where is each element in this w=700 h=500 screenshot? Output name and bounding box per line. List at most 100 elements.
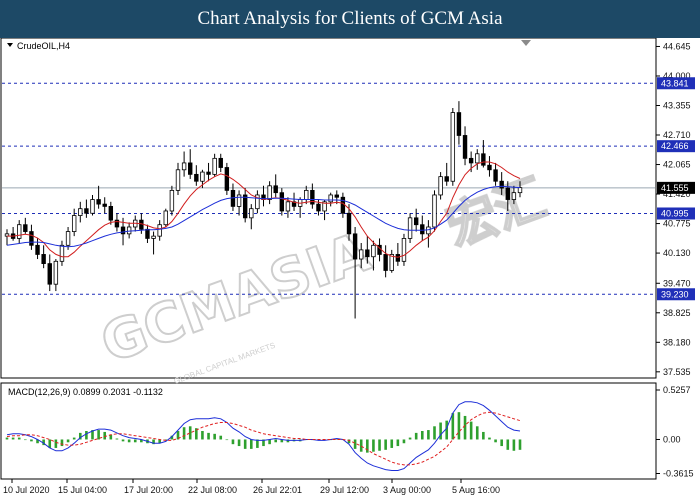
histogram-bar [30,439,33,442]
price-tick-label: 40.130 [663,248,691,258]
candle-body [462,135,468,159]
histogram-bar [24,439,27,441]
candle-body [475,153,480,164]
candle-body [444,176,449,182]
histogram-bar [420,431,424,440]
candle-body [346,212,352,235]
candle-body [334,194,339,198]
time-tick-label: 26 Jul 22:01 [253,485,302,495]
candle-body [200,171,205,182]
price-tick-label: 38.180 [663,337,691,347]
histogram-bar [268,439,271,445]
histogram-bar [506,439,510,450]
histogram-bar [366,439,369,453]
candle-body [426,226,431,235]
histogram-bar [488,437,491,440]
chart-title: Chart Analysis for Clients of GCM Asia [197,8,503,29]
candle-body [78,208,83,216]
histogram-bar [451,413,455,440]
histogram-bar [5,437,9,440]
candle-body [71,215,77,232]
histogram-bar [402,439,406,444]
level-label: 40.995 [661,208,689,218]
candle-body [194,173,199,182]
candle-body [218,157,223,168]
histogram-bar [201,431,204,440]
histogram-bar [133,439,137,443]
histogram-bar [243,439,247,449]
candle-body [328,194,333,203]
histogram-bar [127,439,131,443]
candle-body [267,185,272,200]
candle-body [365,249,370,258]
candle-body [90,199,95,214]
time-tick-label: 17 Jul 20:00 [124,485,173,495]
candle-body [145,228,150,239]
histogram-bar [66,439,70,443]
time-tick-label: 10 Jul 2020 [3,485,50,495]
histogram-bar [482,431,485,440]
histogram-bar [433,426,436,440]
candle-body [102,203,107,207]
candle-body [35,244,40,255]
candle-body [96,199,101,205]
histogram-bar [494,439,497,443]
candle-body [279,192,285,212]
histogram-bar [439,422,442,440]
time-tick-label: 29 Jul 12:00 [320,485,369,495]
candle-body [41,254,46,264]
candle-body [273,185,278,194]
time-tick-label: 5 Aug 16:00 [452,485,500,495]
candle-body [206,171,211,175]
histogram-bar [121,439,125,442]
candle-body [304,189,309,200]
price-tick-label: 43.355 [663,100,691,110]
candle-body [84,208,89,214]
symbol-label: CrudeOIL,H4 [17,41,70,51]
price-tick-label: 42.065 [663,160,691,170]
histogram-bar [372,439,375,452]
histogram-bar [353,439,357,449]
histogram-bar [115,438,119,440]
histogram-bar [427,430,430,440]
candle-body [432,194,437,228]
candle-body [487,164,492,171]
macd-label: MACD(12,26,9) 0.0899 0.2031 -0.1132 [8,387,163,397]
level-label: 43.841 [661,78,689,88]
candle-body [212,157,217,175]
price-tick-label: 42.710 [663,130,691,140]
histogram-bar [225,439,229,441]
candle-body [316,203,321,212]
candle-body [438,176,443,196]
macd-tick-label: 0.00 [663,434,681,444]
chart-area[interactable]: GCMASIA GLOBAL CAPITAL MARKETS 宏汇 CrudeO… [0,38,700,500]
histogram-bar [408,437,412,440]
candle-body [59,244,65,262]
candle-body [249,208,254,219]
histogram-bar [445,420,449,440]
histogram-bar [219,435,223,440]
candle-body [401,238,407,262]
candle-body [285,201,291,212]
histogram-bar [457,412,461,440]
candle-body [108,205,114,221]
candle-body [481,153,486,166]
histogram-bar [213,433,216,440]
candle-body [359,249,364,260]
histogram-bar [518,439,522,450]
histogram-bar [237,439,241,447]
price-tick-label: 44.645 [663,41,691,51]
histogram-bar [463,415,467,440]
candle-body [29,231,34,246]
histogram-bar [274,439,278,443]
histogram-bar [103,431,107,440]
candle-body [151,235,156,239]
histogram-bar [60,439,64,447]
time-tick-label: 3 Aug 00:00 [383,485,431,495]
candle-body [456,112,462,136]
histogram-bar [384,439,387,450]
time-axis: 10 Jul 2020 15 Jul 04:00 17 Jul 20:00 22 Ju… [3,479,500,495]
histogram-bar [182,427,186,440]
histogram-bar [85,431,88,440]
candle-body [53,260,59,285]
